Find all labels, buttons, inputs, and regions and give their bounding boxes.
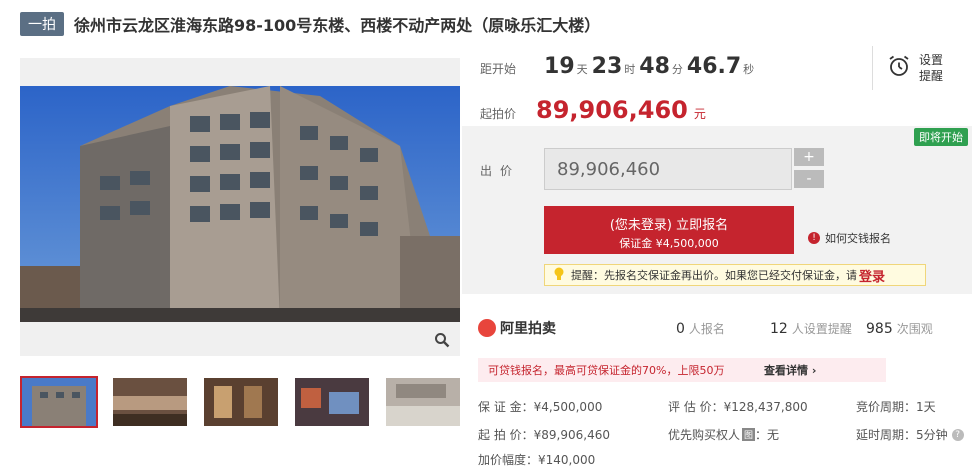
start-price-info: 起 拍 价：¥89,906,460 xyxy=(478,428,610,442)
increment-info: 加价幅度：¥140,000 xyxy=(478,453,596,467)
platform-name: 阿里拍卖 xyxy=(500,321,556,337)
bid-price-input[interactable]: 89,906,460 xyxy=(544,148,792,190)
bid-panel: 即将开始 出价 89,906,460 + - (您未登录) 立即报名 保证金 ¥… xyxy=(462,126,972,294)
loan-text: 可贷钱报名，最高可贷保证金的70%，上限50万 xyxy=(488,364,725,377)
increase-bid-button[interactable]: + xyxy=(794,148,824,166)
loan-details-link[interactable]: 查看详情 › xyxy=(764,362,816,378)
view-count: 985 次围观 xyxy=(866,321,933,337)
signup-deposit-label: 保证金 ¥4,500,000 xyxy=(619,237,719,250)
start-price-label: 起拍价 xyxy=(480,107,517,121)
thumbnail-3[interactable] xyxy=(202,376,280,428)
start-price-unit: 元 xyxy=(693,107,706,121)
countdown-days: 19 xyxy=(544,54,575,79)
thumbnail-1[interactable] xyxy=(20,376,98,428)
thumbnail-strip xyxy=(20,376,462,428)
countdown-hours-unit: 时 xyxy=(624,63,636,76)
signup-count: 0 人报名 xyxy=(676,321,725,337)
thumbnail-5[interactable] xyxy=(384,376,462,428)
alarm-clock-icon xyxy=(887,54,911,82)
priority-tag: 图 xyxy=(742,428,756,441)
cycle-info: 竞价周期：1天 xyxy=(856,400,936,414)
how-to-pay-link[interactable]: ! 如何交钱报名 xyxy=(808,230,891,246)
reminder-label: 设置 提醒 xyxy=(919,53,944,83)
platform-logo: 阿里拍卖 xyxy=(478,318,556,338)
countdown-label: 距开始 xyxy=(480,62,517,76)
delay-info: 延时周期：5分钟 ? xyxy=(856,426,964,443)
main-photo-viewer[interactable] xyxy=(20,58,460,356)
info-icon: ! xyxy=(808,232,820,244)
thumbnail-4[interactable] xyxy=(293,376,371,428)
thumbnail-2[interactable] xyxy=(111,376,189,428)
decrease-bid-button[interactable]: - xyxy=(794,170,824,188)
countdown-minutes-unit: 分 xyxy=(671,63,683,76)
help-icon[interactable]: ? xyxy=(951,428,964,441)
priority-info: 优先购买权人 图 ：无 xyxy=(668,428,780,442)
countdown-minutes: 48 xyxy=(639,54,670,79)
login-tip: 提醒：先报名交保证金再出价。如果您已经交付保证金，请 登录 xyxy=(544,264,926,286)
bid-label: 出价 xyxy=(480,164,521,178)
tip-text: 提醒：先报名交保证金再出价。如果您已经交付保证金，请 xyxy=(571,269,857,282)
zoom-icon[interactable] xyxy=(434,332,454,352)
reminder-count: 12 人设置提醒 xyxy=(770,321,852,337)
countdown-seconds: 46.7 xyxy=(686,54,742,79)
auction-round-badge: 一拍 xyxy=(20,12,64,36)
lightbulb-icon xyxy=(553,267,565,284)
title-bar: 一拍 徐州市云龙区淮海东路98-100号东楼、西楼不动产两处（原咏乐汇大楼） xyxy=(20,10,600,38)
ali-auction-logo-icon xyxy=(478,319,496,337)
loan-banner: 可贷钱报名，最高可贷保证金的70%，上限50万 查看详情 › xyxy=(478,358,886,382)
countdown-hours: 23 xyxy=(591,54,623,79)
page-title: 徐州市云龙区淮海东路98-100号东楼、西楼不动产两处（原咏乐汇大楼） xyxy=(74,16,601,35)
countdown-seconds-unit: 秒 xyxy=(743,63,755,76)
start-price-row: 起拍价 89,906,460 元 xyxy=(480,96,706,124)
start-price-value: 89,906,460 xyxy=(536,96,688,124)
main-photo xyxy=(20,86,460,322)
login-link[interactable]: 登录 xyxy=(859,266,885,285)
countdown-days-unit: 天 xyxy=(576,63,588,76)
how-to-pay-label: 如何交钱报名 xyxy=(825,232,891,245)
countdown: 距开始 19 天 23 时 48 分 46.7 秒 xyxy=(480,54,758,79)
appraisal-info: 评 估 价：¥128,437,800 xyxy=(668,400,808,414)
deposit-info: 保 证 金：¥4,500,000 xyxy=(478,400,603,414)
signup-button[interactable]: (您未登录) 立即报名 保证金 ¥4,500,000 xyxy=(544,206,794,254)
status-badge: 即将开始 xyxy=(914,128,968,146)
set-reminder-button[interactable]: 设置 提醒 xyxy=(872,46,952,90)
signup-button-label: (您未登录) 立即报名 xyxy=(609,218,729,233)
